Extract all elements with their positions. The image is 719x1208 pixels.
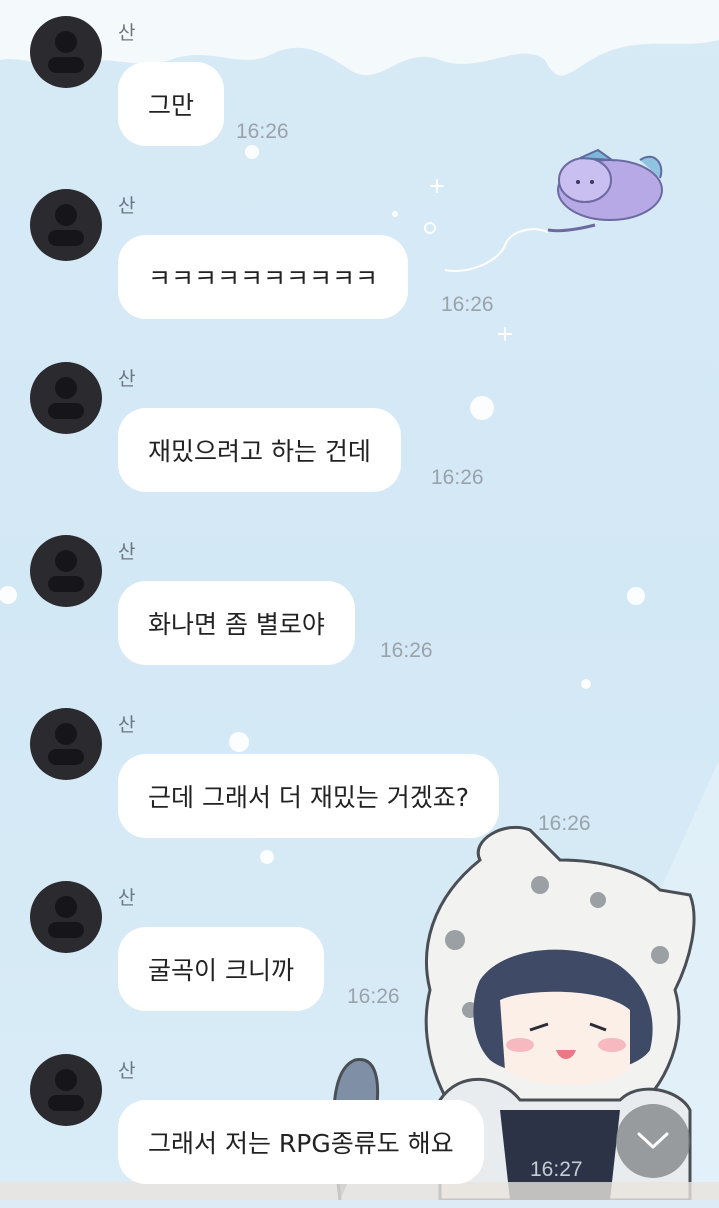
- message-timestamp: 16:26: [380, 639, 433, 662]
- message-row: 산 굴곡이 크니까 16:26: [0, 865, 719, 1035]
- message-timestamp: 16:27: [530, 1158, 583, 1181]
- message-bubble[interactable]: 화나면 좀 별로야: [118, 581, 355, 665]
- message-timestamp: 16:26: [538, 812, 591, 835]
- sender-avatar[interactable]: [30, 1054, 102, 1126]
- sender-name: 산: [118, 22, 136, 44]
- message-timestamp: 16:26: [431, 466, 484, 489]
- sender-avatar[interactable]: [30, 362, 102, 434]
- sender-avatar[interactable]: [30, 535, 102, 607]
- message-row: 산 그만 16:26: [0, 0, 719, 170]
- message-row: 산 그래서 저는 RPG종류도 해요 16:27: [0, 1038, 719, 1208]
- sender-avatar[interactable]: [30, 881, 102, 953]
- sender-name: 산: [118, 887, 136, 909]
- message-bubble[interactable]: 그래서 저는 RPG종류도 해요: [118, 1100, 484, 1184]
- message-timestamp: 16:26: [347, 985, 400, 1008]
- message-bubble[interactable]: 굴곡이 크니까: [118, 927, 324, 1011]
- sender-avatar[interactable]: [30, 189, 102, 261]
- message-timestamp: 16:26: [236, 120, 289, 143]
- scroll-to-bottom-button[interactable]: [616, 1104, 690, 1178]
- message-timestamp: 16:26: [441, 293, 494, 316]
- message-row: 산 화나면 좀 별로야 16:26: [0, 519, 719, 689]
- sender-avatar[interactable]: [30, 16, 102, 88]
- message-row: 산 근데 그래서 더 재밌는 거겠죠? 16:26: [0, 692, 719, 862]
- message-row: 산 ㅋㅋㅋㅋㅋㅋㅋㅋㅋㅋ 16:26: [0, 173, 719, 343]
- sender-avatar[interactable]: [30, 708, 102, 780]
- sender-name: 산: [118, 368, 136, 390]
- message-bubble[interactable]: 근데 그래서 더 재밌는 거겠죠?: [118, 754, 500, 838]
- sender-name: 산: [118, 541, 136, 563]
- sender-name: 산: [118, 714, 136, 736]
- message-row: 산 재밌으려고 하는 건데 16:26: [0, 346, 719, 516]
- chevron-down-icon: [637, 1132, 669, 1149]
- message-bubble[interactable]: 재밌으려고 하는 건데: [118, 408, 401, 492]
- sender-name: 산: [118, 1060, 136, 1082]
- message-bubble[interactable]: 그만: [118, 62, 225, 146]
- message-bubble[interactable]: ㅋㅋㅋㅋㅋㅋㅋㅋㅋㅋ: [118, 235, 409, 319]
- sender-name: 산: [118, 195, 136, 217]
